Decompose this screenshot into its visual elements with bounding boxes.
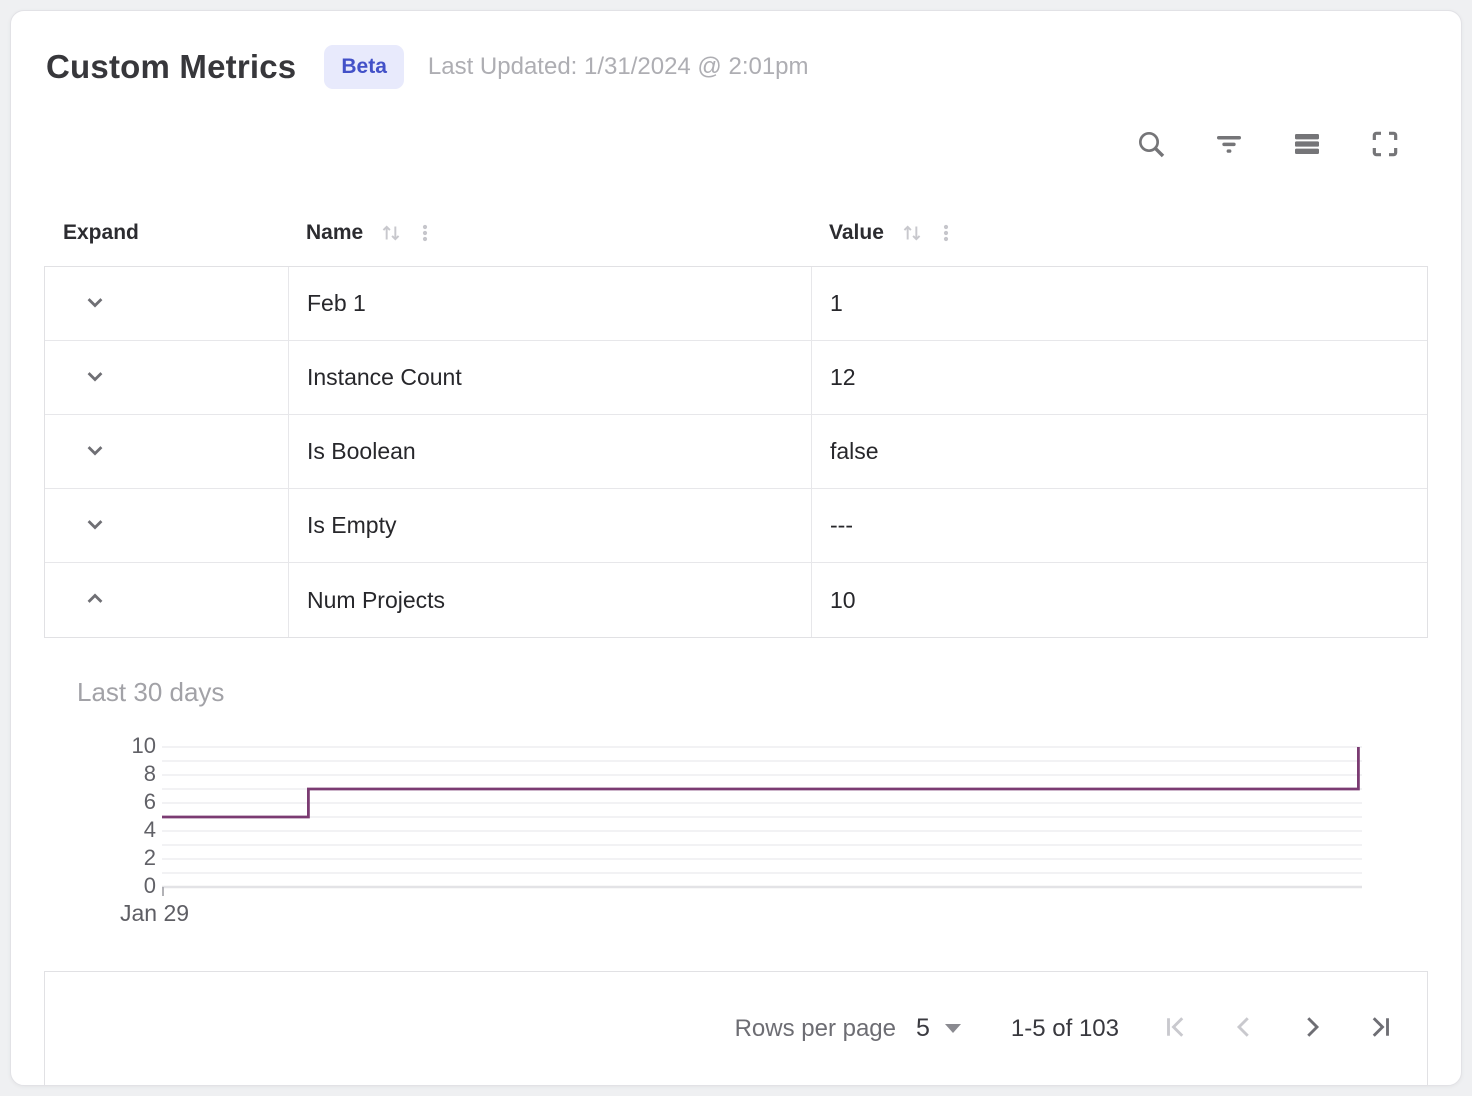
y-tick-label: 8 (114, 761, 156, 787)
table-body: Feb 1 1 Instance Count 12 Is Boolean fal… (44, 267, 1428, 638)
collapse-row-button[interactable] (75, 580, 115, 620)
x-tick-label: Jan 29 (120, 900, 189, 927)
metric-value-cell: --- (811, 489, 1427, 562)
column-header-name[interactable]: Name (287, 220, 810, 246)
metric-name-cell: Num Projects (288, 563, 811, 637)
expand-row-button[interactable] (75, 284, 115, 324)
table-row: Feb 1 1 (45, 267, 1427, 341)
chevron-right-icon (1297, 1012, 1327, 1045)
density-button[interactable] (1290, 128, 1324, 162)
metric-name-cell: Feb 1 (288, 267, 811, 340)
rows-per-page-value: 5 (916, 1014, 930, 1043)
table-header-row: Expand Name Value (44, 200, 1428, 267)
search-button[interactable] (1134, 128, 1168, 162)
chevron-left-icon (1229, 1012, 1259, 1045)
first-page-icon (1161, 1012, 1191, 1045)
y-tick-label: 10 (114, 733, 156, 759)
metric-name-cell: Instance Count (288, 341, 811, 414)
metric-value-cell: 12 (811, 341, 1427, 414)
last-page-button[interactable] (1365, 1014, 1395, 1044)
filter-button[interactable] (1212, 128, 1246, 162)
last-updated-text: Last Updated: 1/31/2024 @ 2:01pm (428, 53, 809, 81)
pagination-controls (1161, 1014, 1395, 1044)
filter-icon (1213, 128, 1245, 163)
metric-name-cell: Is Empty (288, 489, 811, 562)
table-row: Instance Count 12 (45, 341, 1427, 415)
sort-icon[interactable] (899, 220, 925, 246)
next-page-button[interactable] (1297, 1014, 1327, 1044)
rows-per-page-label: Rows per page (735, 1015, 896, 1043)
grid-toolbar (44, 127, 1428, 163)
chevron-down-icon (81, 288, 109, 319)
metric-history-chart: 0246810 Jan 29 (114, 734, 1428, 934)
table-footer: Rows per page 5 1-5 of 103 (44, 971, 1428, 1085)
chevron-down-icon (81, 362, 109, 393)
expand-row-button[interactable] (75, 432, 115, 472)
column-header-value[interactable]: Value (810, 220, 1428, 246)
table-row: Num Projects 10 (45, 563, 1427, 637)
density-icon (1291, 128, 1323, 163)
caret-down-icon (945, 1024, 961, 1033)
column-menu-icon[interactable] (935, 220, 957, 246)
expand-row-button[interactable] (75, 506, 115, 546)
chart-title: Last 30 days (77, 677, 1428, 708)
row-detail-panel: Last 30 days 0246810 Jan 29 (44, 638, 1428, 934)
sort-icon[interactable] (378, 220, 404, 246)
fullscreen-button[interactable] (1368, 128, 1402, 162)
page-title: Custom Metrics (46, 48, 296, 86)
metric-value-cell: false (811, 415, 1427, 488)
column-label: Value (829, 221, 884, 245)
first-page-button[interactable] (1161, 1014, 1191, 1044)
chart-y-axis: 0246810 (114, 734, 156, 888)
chevron-down-icon (81, 436, 109, 467)
beta-badge: Beta (324, 45, 404, 89)
expand-row-button[interactable] (75, 358, 115, 398)
y-tick-label: 0 (114, 873, 156, 899)
table-row: Is Empty --- (45, 489, 1427, 563)
card-header: Custom Metrics Beta Last Updated: 1/31/2… (44, 45, 1428, 89)
rows-per-page-select[interactable]: 5 (916, 1014, 961, 1043)
column-label: Name (306, 221, 363, 245)
y-tick-label: 6 (114, 789, 156, 815)
last-page-icon (1365, 1012, 1395, 1045)
column-menu-icon[interactable] (414, 220, 436, 246)
search-icon (1135, 128, 1167, 163)
table-row: Is Boolean false (45, 415, 1427, 489)
y-tick-label: 4 (114, 817, 156, 843)
metric-chart-svg (162, 746, 1366, 900)
column-label: Expand (63, 221, 139, 245)
metric-value-cell: 10 (811, 563, 1427, 637)
column-header-expand: Expand (44, 221, 287, 245)
chevron-down-icon (81, 510, 109, 541)
custom-metrics-card: Custom Metrics Beta Last Updated: 1/31/2… (10, 10, 1462, 1086)
metric-name-cell: Is Boolean (288, 415, 811, 488)
y-tick-label: 2 (114, 845, 156, 871)
pagination-range: 1-5 of 103 (1011, 1015, 1119, 1043)
fullscreen-icon (1369, 128, 1401, 163)
metric-value-cell: 1 (811, 267, 1427, 340)
previous-page-button[interactable] (1229, 1014, 1259, 1044)
chevron-up-icon (81, 585, 109, 616)
